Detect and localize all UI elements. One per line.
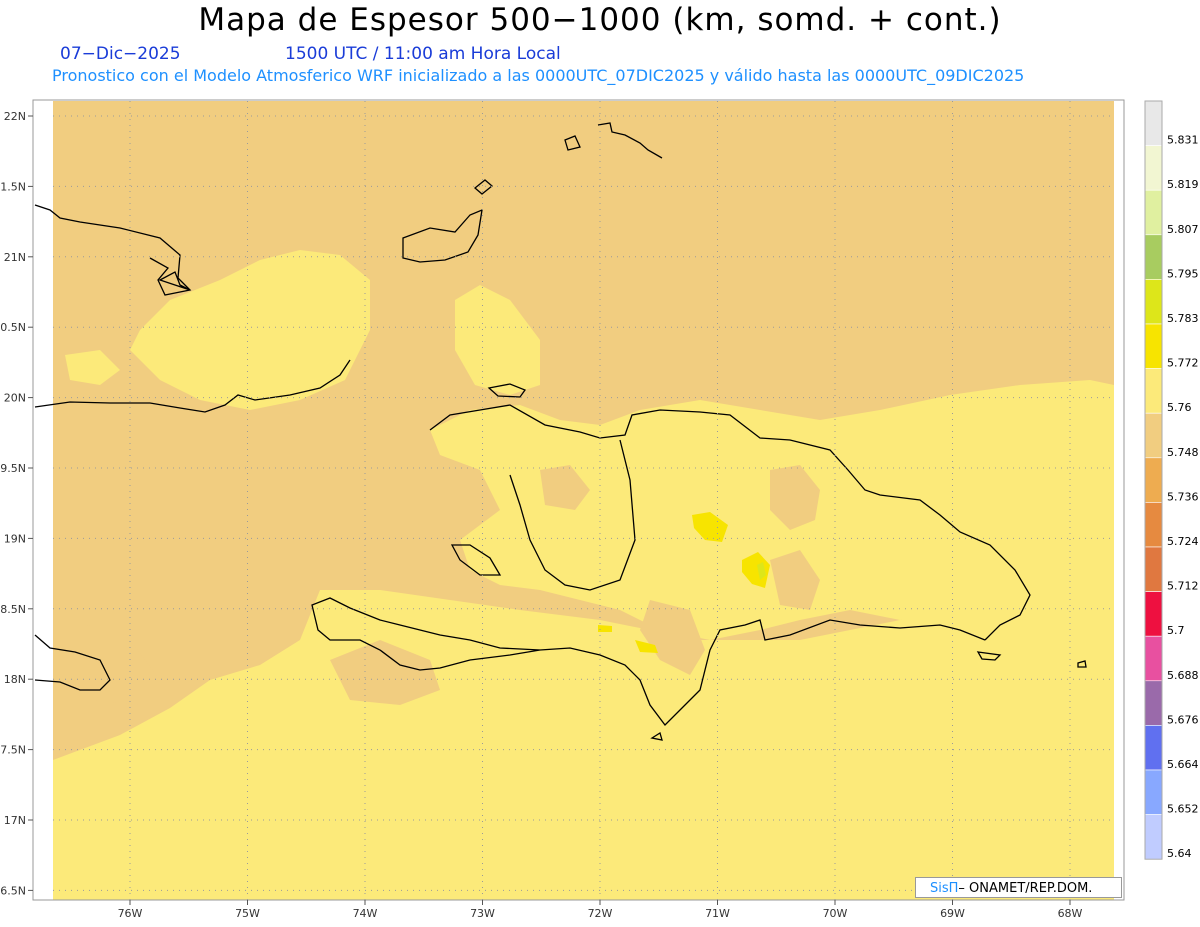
legend-label: 5.783	[1167, 312, 1199, 325]
legend-label: 5.807	[1167, 223, 1199, 236]
legend-swatch	[1144, 412, 1163, 459]
legend-swatch	[1144, 100, 1163, 146]
legend-label: 5.664	[1167, 758, 1199, 771]
legend-swatch	[1144, 368, 1163, 414]
lon-label: 72W	[588, 907, 613, 920]
legend-swatch	[1144, 145, 1163, 191]
legend-label: 5.76	[1167, 401, 1192, 414]
legend-label: 5.819	[1167, 178, 1199, 191]
lat-label: 22N	[4, 110, 26, 123]
lat-label: 18N	[4, 673, 26, 686]
legend-swatch	[1144, 635, 1163, 682]
legend-swatch	[1144, 591, 1163, 637]
lat-label: 6.5N	[0, 884, 26, 897]
lon-label: 69W	[940, 907, 965, 920]
lat-label: 17N	[4, 814, 26, 827]
legend-label: 5.795	[1167, 267, 1199, 280]
legend-swatch	[1144, 189, 1163, 236]
lon-label: 71W	[705, 907, 730, 920]
lon-label: 75W	[235, 907, 260, 920]
lat-label: 1.5N	[0, 180, 26, 193]
legend-label: 5.831	[1167, 134, 1199, 147]
legend-label: 5.748	[1167, 446, 1199, 459]
legend-label: 5.64	[1167, 847, 1192, 860]
legend-swatch	[1144, 457, 1163, 503]
legend-swatch	[1144, 680, 1163, 726]
lat-label: 0.5N	[0, 321, 26, 334]
lon-label: 74W	[353, 907, 378, 920]
credit-org: – ONAMET/REP.DOM.	[958, 881, 1093, 896]
credit-brand: SisΠ	[930, 881, 959, 896]
lat-label: 20N	[4, 392, 26, 405]
legend-swatch	[1144, 814, 1163, 860]
contour-max-5	[598, 625, 612, 632]
legend-label: 5.676	[1167, 713, 1199, 726]
legend-label: 5.772	[1167, 357, 1199, 370]
lat-label: 19N	[4, 532, 26, 545]
latitude-labels: 22N 1.5N 21N 0.5N 20N 9.5N 19N 8.5N 18N 7.5N 17N 6.…	[0, 110, 26, 897]
legend-swatch	[1144, 502, 1163, 548]
color-legend: 5.831 5.819 5.807 5.795 5.783 5.772 5.76 5.748 5…	[1144, 100, 1199, 860]
legend-swatch	[1144, 769, 1163, 815]
legend-swatch	[1144, 234, 1163, 280]
legend-label: 5.712	[1167, 580, 1199, 593]
lon-label: 73W	[470, 907, 495, 920]
lat-label: 21N	[4, 251, 26, 264]
legend-swatch	[1144, 279, 1163, 325]
credit-box: SisΠ– ONAMET/REP.DOM.	[915, 877, 1122, 898]
legend-label: 5.688	[1167, 669, 1199, 682]
lon-label: 70W	[823, 907, 848, 920]
lon-label: 68W	[1058, 907, 1083, 920]
thickness-map: 22N 1.5N 21N 0.5N 20N 9.5N 19N 8.5N 18N 7.5N 17N 6.…	[0, 99, 1199, 920]
lat-label: 7.5N	[0, 744, 26, 757]
lat-label: 9.5N	[0, 462, 26, 475]
legend-label: 5.7	[1167, 624, 1185, 637]
legend-label: 5.652	[1167, 803, 1199, 816]
legend-label: 5.736	[1167, 490, 1199, 503]
lat-label: 8.5N	[0, 603, 26, 616]
longitude-labels: 76W 75W 74W 73W 72W 71W 70W 69W 68W	[118, 907, 1083, 920]
legend-swatch	[1144, 323, 1163, 369]
lon-label: 76W	[118, 907, 143, 920]
legend-swatch	[1144, 546, 1163, 592]
legend-label: 5.724	[1167, 535, 1199, 548]
legend-swatch	[1144, 725, 1163, 771]
